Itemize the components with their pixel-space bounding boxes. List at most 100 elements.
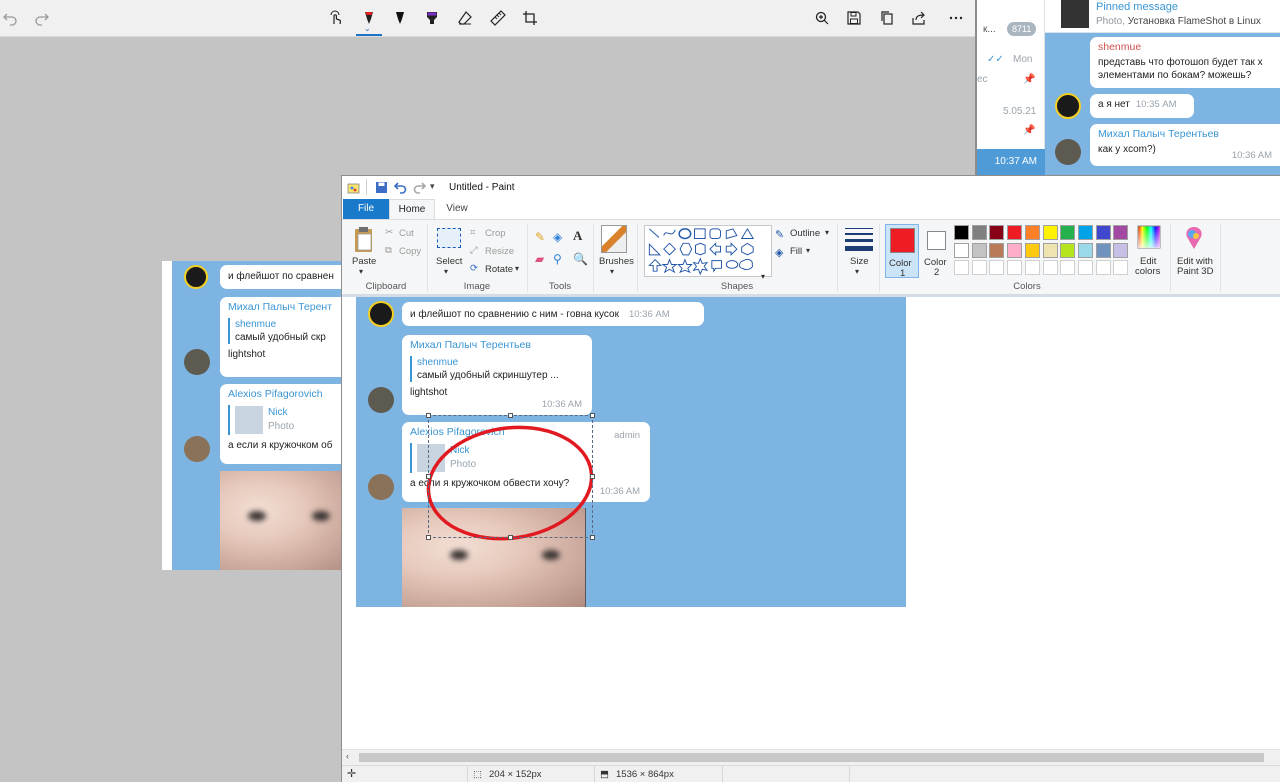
copy-button[interactable]: Copy — [399, 246, 421, 257]
fill-bucket-icon[interactable]: ◈ — [553, 230, 562, 244]
touch-writing-icon[interactable] — [324, 6, 348, 30]
palette-swatch[interactable] — [1113, 242, 1129, 258]
paint3d-icon[interactable] — [1182, 225, 1206, 251]
palette-swatch[interactable] — [1077, 225, 1093, 240]
text-tool-icon[interactable]: A — [573, 228, 582, 244]
chevron-down-icon[interactable]: ▾ — [825, 228, 829, 237]
palette-swatch[interactable] — [1007, 225, 1023, 240]
palette-swatch[interactable] — [954, 242, 969, 258]
resize-handle[interactable] — [426, 535, 431, 540]
crop-icon[interactable] — [518, 6, 542, 30]
chat-list-preview[interactable]: к... — [983, 24, 996, 35]
palette-swatch[interactable] — [1042, 225, 1058, 240]
shapes-gallery[interactable] — [644, 225, 772, 277]
resize-handle[interactable] — [508, 413, 513, 418]
brushes-icon[interactable] — [601, 225, 627, 253]
ruler-icon[interactable] — [486, 6, 510, 30]
tab-file[interactable]: File — [343, 199, 389, 219]
pencil-icon[interactable]: ✎ — [535, 230, 545, 244]
avatar[interactable] — [1055, 139, 1081, 165]
outline-button[interactable]: Outline — [790, 228, 820, 239]
horizontal-scrollbar[interactable]: ‹ — [342, 749, 1280, 765]
palette-swatch[interactable] — [971, 242, 987, 258]
palette-swatch[interactable] — [954, 260, 969, 276]
palette-swatch[interactable] — [1042, 260, 1058, 276]
resize-handle[interactable] — [426, 413, 431, 418]
color2-button[interactable]: Color 2 — [922, 224, 956, 278]
undo-icon[interactable] — [394, 181, 407, 194]
zoom-icon[interactable] — [810, 6, 834, 30]
palette-swatch[interactable] — [1060, 242, 1076, 258]
palette-swatch[interactable] — [989, 260, 1005, 276]
redo-icon[interactable] — [30, 6, 54, 30]
save-icon[interactable] — [375, 181, 388, 194]
palette-swatch[interactable] — [954, 225, 969, 240]
size-icon[interactable] — [845, 226, 873, 252]
color-picker-icon[interactable]: ⚲ — [553, 252, 562, 266]
tab-home[interactable]: Home — [389, 199, 435, 219]
redo-icon[interactable] — [413, 181, 426, 194]
fill-button[interactable]: Fill — [790, 246, 802, 257]
palette-swatch[interactable] — [1007, 260, 1023, 276]
resize-handle[interactable] — [590, 474, 595, 479]
palette-swatch[interactable] — [971, 260, 987, 276]
canvas-image[interactable]: и флейшот по сравнению с ним - говна кус… — [356, 297, 906, 607]
chevron-down-icon[interactable]: ▾ — [761, 272, 765, 281]
scroll-left-icon[interactable]: ‹ — [346, 751, 349, 761]
share-icon[interactable] — [907, 6, 931, 30]
more-icon[interactable] — [944, 6, 968, 30]
palette-swatch[interactable] — [1060, 225, 1076, 240]
color1-button[interactable]: Color 1 — [885, 224, 919, 279]
palette-swatch[interactable] — [1077, 242, 1093, 258]
palette-swatch[interactable] — [971, 225, 987, 240]
palette-swatch[interactable] — [1095, 260, 1111, 276]
resize-handle[interactable] — [590, 413, 595, 418]
palette-swatch[interactable] — [1024, 242, 1040, 258]
chevron-down-icon[interactable]: ▾ — [515, 264, 519, 273]
resize-handle[interactable] — [426, 474, 431, 479]
paste-icon[interactable] — [353, 226, 377, 254]
copy-icon[interactable] — [875, 6, 899, 30]
chevron-down-icon[interactable]: ▾ — [855, 267, 859, 276]
chevron-down-icon[interactable]: ▾ — [444, 267, 448, 276]
rotate-button[interactable]: Rotate — [485, 264, 513, 275]
palette-swatch[interactable] — [1007, 242, 1023, 258]
resize-handle[interactable] — [590, 535, 595, 540]
pinned-message[interactable]: Pinned message Photo, Установка FlameSho… — [1045, 0, 1280, 33]
resize-handle[interactable] — [508, 535, 513, 540]
highlighter-icon[interactable] — [420, 6, 444, 30]
palette-swatch[interactable] — [989, 225, 1005, 240]
chevron-down-icon[interactable]: ▾ — [359, 267, 363, 276]
pencil-icon[interactable] — [388, 6, 412, 30]
palette-swatch[interactable] — [1095, 242, 1111, 258]
chat-list-selected-row[interactable]: 10:37 AM — [977, 149, 1045, 175]
chevron-down-icon[interactable]: ▾ — [806, 246, 810, 255]
chevron-down-icon[interactable]: ▾ — [610, 267, 614, 276]
save-icon[interactable] — [842, 6, 866, 30]
palette-swatch[interactable] — [1077, 260, 1093, 276]
paste-button[interactable]: Paste — [352, 256, 376, 267]
select-button[interactable]: Select — [436, 256, 462, 267]
quick-access-dropdown-icon[interactable]: ▾ — [430, 181, 435, 192]
size-button[interactable]: Size — [850, 256, 868, 267]
magnifier-icon[interactable]: 🔍 — [573, 252, 588, 266]
brushes-button[interactable]: Brushes — [599, 256, 634, 267]
scrollbar-thumb[interactable] — [359, 753, 1264, 762]
chat-list-preview[interactable]: ес — [977, 74, 988, 85]
edit-colors-icon[interactable] — [1137, 225, 1161, 249]
palette-swatch[interactable] — [1024, 260, 1040, 276]
tab-view[interactable]: View — [435, 199, 479, 219]
avatar[interactable] — [1055, 93, 1081, 119]
palette-swatch[interactable] — [1113, 225, 1129, 240]
cut-button[interactable]: Cut — [399, 228, 414, 239]
selection-rectangle[interactable] — [426, 413, 595, 540]
palette-swatch[interactable] — [1095, 225, 1111, 240]
palette-swatch[interactable] — [989, 242, 1005, 258]
select-icon[interactable] — [437, 228, 461, 248]
crop-button[interactable]: Crop — [485, 228, 506, 239]
eraser-icon[interactable]: ▰ — [535, 252, 544, 266]
eraser-icon[interactable] — [453, 6, 477, 30]
palette-swatch[interactable] — [1042, 242, 1058, 258]
resize-button[interactable]: Resize — [485, 246, 514, 257]
drawing-canvas-area[interactable]: и флейшот по сравнению с ним - говна кус… — [342, 295, 1280, 749]
